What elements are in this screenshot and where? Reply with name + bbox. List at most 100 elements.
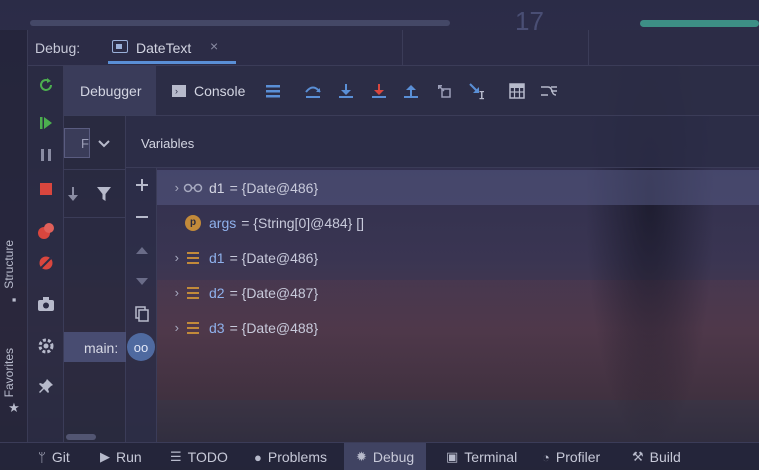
evaluate-icon[interactable] [506,80,528,102]
structure-tab[interactable]: Structure ▪ [2,240,26,307]
bottom-tab-label: Profiler [555,449,601,465]
build-icon: ⚒ [632,449,644,464]
variable-row-watch-d1[interactable]: › d1 = {Date@486} [157,170,759,205]
resume-icon[interactable] [28,108,64,138]
bottom-tab-label: Problems [267,449,327,465]
move-up-icon[interactable] [128,236,155,264]
step-over-icon[interactable] [302,80,324,102]
header-divider [588,30,589,66]
camera-icon[interactable] [28,289,64,319]
bottom-tab-label: Terminal [464,449,518,465]
session-tab-name: DateText [136,40,192,56]
stack-frame-main[interactable]: main: [64,332,126,362]
trace-icon[interactable] [538,80,560,102]
rerun-icon[interactable] [28,70,64,100]
variable-value: = {Date@486} [229,249,319,266]
frames-scrollbar[interactable] [66,434,96,440]
chevron-down-icon[interactable] [98,136,110,151]
console-icon: › [172,85,186,97]
thread-selector[interactable]: Fr [64,128,90,158]
tab-debugger[interactable]: Debugger [64,66,156,116]
pause-icon[interactable] [28,140,64,170]
variables-tree: › d1 = {Date@486} p args = {String[0]@48… [157,168,759,442]
step-out-icon[interactable] [400,80,422,102]
variables-side-toolbar: oo [126,168,157,442]
structure-icon: ▪ [11,291,17,307]
expand-chevron-icon[interactable]: › [157,285,179,300]
bottom-tab-label: Run [116,449,142,465]
close-icon[interactable]: × [210,38,218,54]
filter-icon[interactable] [96,186,112,205]
variable-row-args[interactable]: p args = {String[0]@484} [] [157,205,759,240]
bottom-tab-problems[interactable]: ● Problems [254,443,327,470]
settings-icon[interactable] [28,331,64,361]
left-tool-strip: Structure ▪ Favorites ★ [0,30,28,442]
parameter-letter: p [185,214,201,231]
parameter-icon: p [183,214,203,231]
layout-icon[interactable] [262,80,284,102]
terminal-icon: ▣ [446,449,459,464]
teal-progress-bar [640,20,759,27]
frames-tools [64,170,126,218]
mute-breakpoints-icon[interactable] [28,248,64,278]
variable-value: = {Date@488} [229,319,319,336]
field-icon [183,250,203,266]
editor-scrollbar[interactable] [30,20,450,26]
bottom-tab-profiler[interactable]: ◔ Profiler [542,443,600,470]
debug-label: Debug: [35,40,81,56]
tab-console-label: Console [194,83,246,99]
bottom-tab-label: TODO [187,449,228,465]
pin-icon[interactable] [28,371,64,401]
header-divider [402,30,403,66]
structure-tab-label: Structure [2,240,16,289]
expand-chevron-icon[interactable]: › [157,320,179,335]
debug-header: Debug: DateText × [28,30,759,66]
favorites-tab-label: Favorites [2,348,16,398]
debug-session-tab[interactable]: DateText × [108,30,236,64]
bottom-tab-label: Build [649,449,681,465]
step-into-icon[interactable] [335,80,357,102]
add-watch-icon[interactable] [128,171,155,199]
view-breakpoints-icon[interactable] [28,216,64,246]
bottom-tab-git[interactable]: ᛘ Git [38,443,70,470]
variable-row-d3[interactable]: › d3 = {Date@488} [157,310,759,345]
session-icon [112,40,128,53]
variable-row-d2[interactable]: › d2 = {Date@487} [157,275,759,310]
bottom-tab-debug[interactable]: ✹ Debug [344,443,427,470]
variable-name: d3 [209,319,225,336]
tab-console[interactable]: › Console [172,66,258,116]
variable-name: d2 [209,284,225,301]
variables-title: Variables [141,136,195,151]
bottom-tool-bar: ᛘ Git ▶ Run ☰ TODO ● Problems ✹ Debug ▣ … [0,442,759,470]
run-icon: ▶ [100,449,110,464]
variable-name: d1 [209,179,225,196]
variable-name: d1 [209,249,225,266]
bottom-tab-run[interactable]: ▶ Run [100,443,142,470]
favorites-tab[interactable]: Favorites ★ [2,348,26,416]
move-down-icon[interactable] [128,268,155,296]
bottom-tab-todo[interactable]: ☰ TODO [170,443,228,470]
variable-row-d1[interactable]: › d1 = {Date@486} [157,240,759,275]
run-to-cursor-icon[interactable] [466,80,488,102]
variable-value: = {Date@486} [229,179,319,196]
bottom-tab-build[interactable]: ⚒ Build [632,443,681,470]
editor-top-strip: 17 [0,0,759,36]
bottom-tab-terminal[interactable]: ▣ Terminal [446,443,517,470]
variable-name: args [209,214,237,231]
stop-icon[interactable] [28,174,64,204]
show-watches-icon[interactable]: oo [127,333,155,361]
copy-icon[interactable] [128,300,155,328]
expand-chevron-icon[interactable]: › [157,250,179,265]
arrow-down-icon[interactable] [67,186,79,205]
todo-icon: ☰ [170,449,182,464]
problems-icon: ● [254,449,262,465]
expand-chevron-icon[interactable]: › [157,180,179,195]
remove-watch-icon[interactable] [128,203,155,231]
force-step-into-icon[interactable] [368,80,390,102]
tab-debugger-label: Debugger [80,83,142,99]
debug-actions-toolbar [28,66,64,442]
star-icon: ★ [8,400,20,416]
drop-frame-icon[interactable] [433,80,455,102]
git-icon: ᛘ [38,449,46,465]
frames-header: Fr [64,116,126,170]
